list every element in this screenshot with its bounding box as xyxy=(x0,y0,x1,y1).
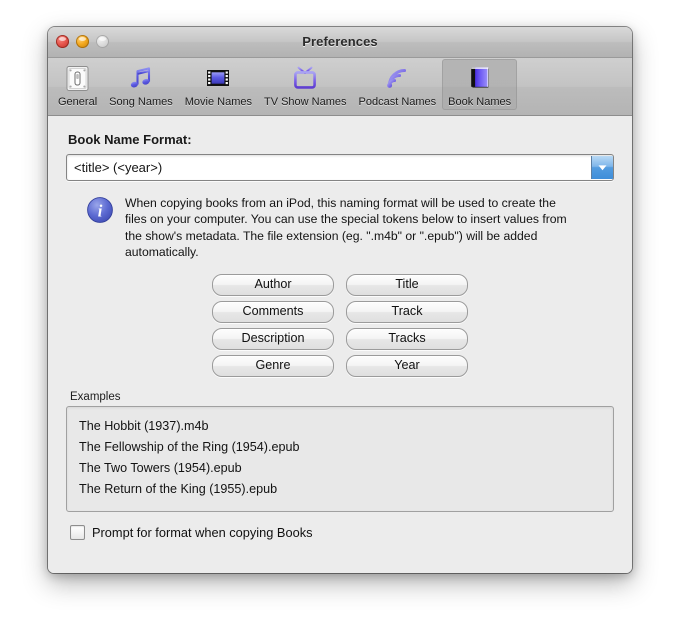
toolbar-item-label: Song Names xyxy=(109,96,173,108)
book-names-pane: Book Name Format: <title> (<year>) i Whe… xyxy=(48,116,632,573)
television-icon xyxy=(288,62,322,94)
toolbar-item-label: TV Show Names xyxy=(263,96,347,108)
example-line: The Two Towers (1954).epub xyxy=(79,460,242,475)
example-line: The Return of the King (1955).epub xyxy=(79,481,278,496)
token-button-grid: Author Title Comments Track Description … xyxy=(212,273,468,377)
book-name-format-combobox[interactable]: <title> (<year>) xyxy=(66,154,614,181)
toolbar-item-label: Podcast Names xyxy=(358,96,437,108)
chevron-down-icon[interactable] xyxy=(591,156,613,179)
info-circle-icon: i xyxy=(86,195,114,261)
book-name-format-input[interactable]: <title> (<year>) xyxy=(67,160,591,175)
book-icon xyxy=(463,62,497,94)
preferences-window: Preferences General Song Names Movie Nam… xyxy=(48,27,632,573)
token-button-genre[interactable]: Genre xyxy=(212,354,334,377)
music-note-icon xyxy=(124,62,158,94)
toolbar-item-book-names[interactable]: Book Names xyxy=(442,59,518,110)
info-block: i When copying books from an iPod, this … xyxy=(66,195,614,261)
light-switch-icon xyxy=(61,62,95,94)
token-button-author[interactable]: Author xyxy=(212,273,334,296)
examples-group: Examples The Hobbit (1937).m4b The Fello… xyxy=(66,391,614,512)
token-button-comments[interactable]: Comments xyxy=(212,300,334,323)
token-button-track[interactable]: Track xyxy=(346,300,468,323)
example-line: The Fellowship of the Ring (1954).epub xyxy=(79,439,300,454)
prompt-for-format-checkbox[interactable] xyxy=(70,524,85,540)
window-titlebar: Preferences xyxy=(48,27,632,58)
example-line: The Hobbit (1937).m4b xyxy=(79,418,209,433)
toolbar-item-song-names[interactable]: Song Names xyxy=(103,59,179,110)
film-strip-icon xyxy=(201,62,235,94)
token-button-year[interactable]: Year xyxy=(346,354,468,377)
examples-box: The Hobbit (1937).m4b The Fellowship of … xyxy=(66,405,614,512)
toolbar-item-label: Book Names xyxy=(448,96,512,108)
examples-label: Examples xyxy=(70,390,121,403)
token-button-description[interactable]: Description xyxy=(212,327,334,350)
format-field-label: Book Name Format: xyxy=(68,132,192,147)
prompt-for-format-checkbox-row[interactable]: Prompt for format when copying Books xyxy=(66,524,614,540)
rss-waves-icon xyxy=(380,62,414,94)
toolbar-item-movie-names[interactable]: Movie Names xyxy=(179,59,258,110)
token-button-tracks[interactable]: Tracks xyxy=(346,327,468,350)
toolbar-item-label: Movie Names xyxy=(184,96,252,108)
prompt-for-format-label: Prompt for format when copying Books xyxy=(92,524,313,540)
svg-text:i: i xyxy=(98,201,103,220)
window-title: Preferences xyxy=(302,34,378,49)
info-text: When copying books from an iPod, this na… xyxy=(125,196,567,260)
toolbar-item-podcast-names[interactable]: Podcast Names xyxy=(353,59,443,110)
toolbar-item-label: General xyxy=(58,96,98,108)
toolbar-item-tv-show-names[interactable]: TV Show Names xyxy=(258,59,353,110)
preferences-toolbar: General Song Names Movie Names TV Show N… xyxy=(48,58,632,116)
token-button-title[interactable]: Title xyxy=(346,273,468,296)
toolbar-item-general[interactable]: General xyxy=(52,59,103,110)
